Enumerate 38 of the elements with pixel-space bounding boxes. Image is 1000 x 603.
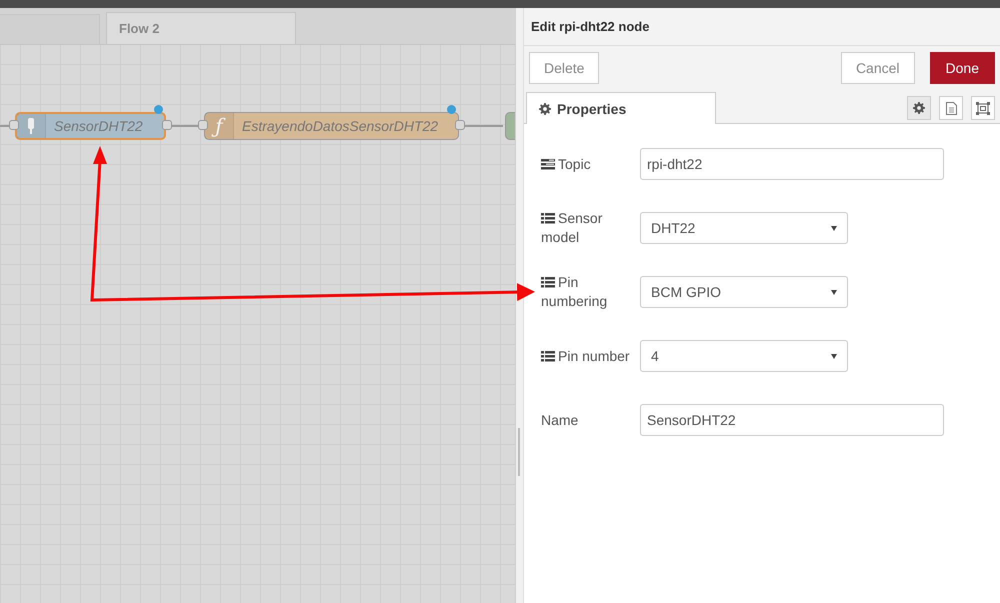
properties-tab[interactable]: Properties [526,92,716,124]
appearance-button[interactable] [971,96,995,120]
node-label: EstrayendoDatosSensorDHT22 [241,118,440,134]
field-label: Sensor model [541,209,604,247]
document-icon [946,102,956,114]
resize-handle[interactable] [518,428,520,476]
caret-icon [831,290,837,294]
settings-button[interactable] [907,96,931,120]
editor-title: Edit rpi-dht22 node [531,19,650,34]
field-label: Pin number [541,346,640,366]
output-port[interactable] [455,120,466,130]
probe-icon [27,118,35,134]
input-port[interactable] [198,120,208,130]
dropdown[interactable]: BCM GPIO [640,276,848,308]
dropdown[interactable]: DHT22 [640,212,848,244]
frame-icon [976,102,990,114]
list-icon [541,213,555,224]
list-icon [541,350,555,362]
output-port[interactable] [162,120,172,130]
tasks-icon [541,158,555,170]
node-label: SensorDHT22 [53,118,144,134]
field-label: Name [541,410,580,430]
caret-icon [831,226,837,230]
field-label: Topic [541,154,640,174]
description-button[interactable] [939,96,963,120]
input-field[interactable]: rpi-dht22 [640,148,944,180]
caret-icon [831,354,837,358]
field-label: Pin numbering [541,273,608,311]
flow-node [505,112,515,140]
list-icon [541,277,555,288]
input-port[interactable] [9,120,19,130]
settings-icon [539,102,551,114]
dropdown[interactable]: 4 [640,340,848,372]
action-button[interactable]: Cancel [840,52,915,84]
settings-icon [913,102,925,114]
input-field[interactable]: SensorDHT22 [640,404,944,436]
action-button[interactable]: Delete [529,52,600,84]
action-button[interactable]: Done [930,52,995,84]
